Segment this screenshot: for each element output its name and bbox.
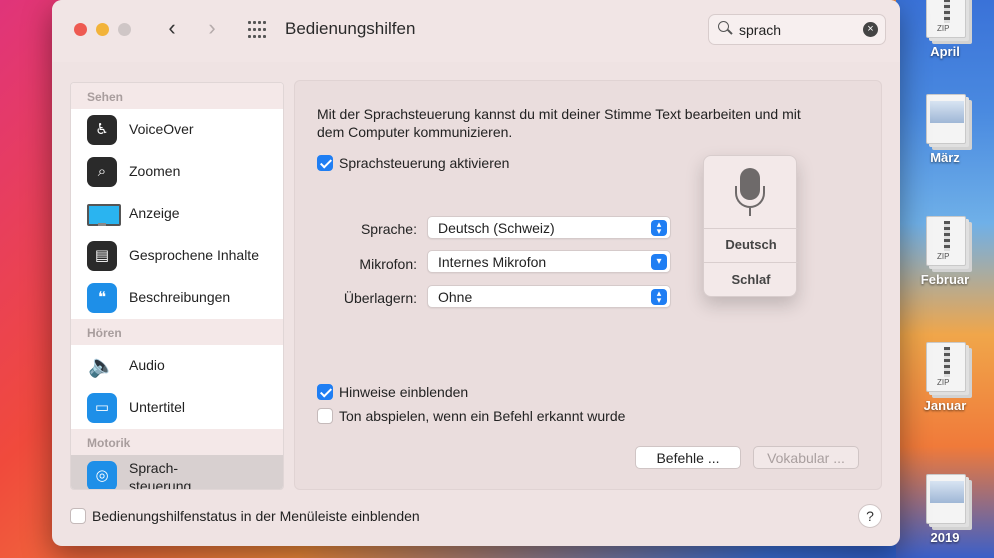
window-title: Bedienungshilfen: [285, 19, 416, 38]
zip-archive-icon: ZIP: [918, 0, 972, 42]
microphone-value: Internes Mikrofon: [438, 254, 547, 270]
chevron-right-icon: ›: [208, 15, 216, 40]
intro-line-1: Mit der Sprachsteuerung kannst du mit de…: [317, 106, 801, 122]
forward-button[interactable]: ›: [200, 17, 224, 41]
document-stack-icon: [918, 92, 972, 148]
close-button[interactable]: [74, 23, 87, 36]
sidebar-item-label: Sprach- steuerung: [129, 459, 192, 490]
sidebar-section-hoeren: Hören: [71, 319, 283, 345]
captions-icon: ▭: [87, 393, 117, 423]
minimize-button[interactable]: [96, 23, 109, 36]
back-button[interactable]: ‹: [160, 17, 184, 41]
microphone-label: Mikrofon:: [359, 256, 417, 272]
updown-chevron-icon: ▴ ▾: [651, 289, 667, 305]
document-stack-icon: [918, 472, 972, 528]
language-value: Deutsch (Schweiz): [438, 220, 555, 236]
sidebar-item-label-line1: Sprach-: [129, 460, 179, 476]
spoken-content-icon: ▤: [87, 241, 117, 271]
zoom-icon: ⌕: [87, 157, 117, 187]
voiceover-icon: ♿: [87, 115, 117, 145]
chevron-left-icon: ‹: [168, 15, 176, 40]
desktop-item-label: 2019: [930, 530, 960, 545]
overlay-value: Ohne: [438, 289, 473, 305]
mic-widget-language: Deutsch: [725, 237, 777, 252]
desktop-item-label: Januar: [923, 398, 967, 413]
sidebar-item-label: Zoomen: [129, 163, 181, 179]
sidebar-item-untertitel[interactable]: ▭ Untertitel: [71, 387, 283, 429]
show-hints-label: Hinweise einblenden: [339, 384, 469, 400]
microphone-icon: [704, 156, 798, 228]
desktop-item-label: März: [930, 150, 960, 165]
sidebar-item-label: Untertitel: [129, 399, 186, 415]
sidebar-item-label: Audio: [129, 357, 165, 373]
show-all-grid-icon[interactable]: [248, 21, 268, 39]
sidebar-section-motorik: Motorik: [71, 429, 283, 455]
enable-voice-control-label: Sprachsteuerung aktivieren: [339, 155, 510, 171]
sidebar-item-anzeige[interactable]: Anzeige: [71, 193, 283, 235]
sidebar-item-label: Gesprochene Inhalte: [129, 247, 259, 263]
desktop-item-februar[interactable]: ZIP Februar: [896, 214, 994, 287]
display-icon: [87, 199, 121, 229]
sidebar-item-sprachsteuerung[interactable]: ◎ Sprach- steuerung: [71, 455, 283, 490]
play-sound-checkbox[interactable]: [317, 408, 333, 424]
menubar-status-checkbox[interactable]: [70, 508, 86, 524]
mic-widget-state[interactable]: Schlaf: [704, 272, 798, 287]
sidebar-item-label-line2: steuerung: [129, 478, 192, 490]
vocabulary-button[interactable]: Vokabular ...: [753, 446, 859, 469]
search-input[interactable]: sprach: [739, 22, 781, 38]
descriptions-icon: ❝: [87, 283, 117, 313]
zip-archive-icon: ZIP: [918, 214, 972, 270]
preferences-window: ‹ › Bedienungshilfen sprach × Sehen ♿ Vo…: [52, 0, 900, 546]
intro-text: Mit der Sprachsteuerung kannst du mit de…: [317, 105, 837, 141]
zip-archive-icon: ZIP: [918, 340, 972, 396]
desktop-item-april[interactable]: ZIP April: [896, 0, 994, 59]
sidebar-item-beschreibungen[interactable]: ❝ Beschreibungen: [71, 277, 283, 319]
language-select[interactable]: Deutsch (Schweiz) ▴ ▾: [427, 216, 671, 239]
desktop-item-maerz[interactable]: März: [896, 92, 994, 165]
show-hints-checkbox[interactable]: [317, 384, 333, 400]
intro-line-2: dem Computer kommunizieren.: [317, 124, 513, 140]
microphone-select[interactable]: Internes Mikrofon ▾: [427, 250, 671, 273]
commands-button[interactable]: Befehle ...: [635, 446, 741, 469]
desktop-item-2019[interactable]: 2019: [896, 472, 994, 545]
sidebar-item-gesprochene-inhalte[interactable]: ▤ Gesprochene Inhalte: [71, 235, 283, 277]
voice-control-mic-widget[interactable]: Deutsch Schlaf: [703, 155, 798, 297]
sidebar-item-zoomen[interactable]: ⌕ Zoomen: [71, 151, 283, 193]
overlay-label: Überlagern:: [343, 290, 417, 306]
updown-chevron-icon: ▴ ▾: [651, 220, 667, 236]
sidebar: Sehen ♿ VoiceOver ⌕ Zoomen Anzeige ▤ Ges…: [70, 82, 284, 490]
enable-voice-control-checkbox[interactable]: [317, 155, 333, 171]
desktop-item-label: April: [930, 44, 960, 59]
help-button[interactable]: ?: [858, 504, 882, 528]
sidebar-item-audio[interactable]: 🔈 Audio: [71, 345, 283, 387]
desktop-area: ZIP April März ZIP Februar ZIP Januar 20…: [896, 0, 994, 558]
menubar-status-label: Bedienungshilfenstatus in der Menüleiste…: [92, 508, 420, 524]
speaker-icon: 🔈: [88, 353, 116, 378]
sidebar-item-voiceover[interactable]: ♿ VoiceOver: [71, 109, 283, 151]
sidebar-item-label: Beschreibungen: [129, 289, 231, 305]
sidebar-section-sehen: Sehen: [71, 83, 283, 109]
search-icon: [718, 21, 732, 35]
language-label: Sprache:: [360, 221, 417, 237]
sidebar-item-label: VoiceOver: [129, 121, 194, 137]
chevron-down-icon: ▾: [651, 254, 667, 270]
clear-search-icon[interactable]: ×: [863, 22, 878, 37]
play-sound-label: Ton abspielen, wenn ein Befehl erkannt w…: [339, 408, 626, 424]
voice-control-icon: ◎: [87, 461, 117, 489]
titlebar: ‹ › Bedienungshilfen sprach ×: [52, 0, 900, 62]
desktop-item-januar[interactable]: ZIP Januar: [896, 340, 994, 413]
sidebar-item-label: Anzeige: [129, 205, 180, 221]
search-field[interactable]: sprach ×: [708, 14, 886, 45]
zoom-button[interactable]: [118, 23, 131, 36]
overlay-select[interactable]: Ohne ▴ ▾: [427, 285, 671, 308]
voice-control-pane: Mit der Sprachsteuerung kannst du mit de…: [294, 80, 882, 490]
desktop-item-label: Februar: [920, 272, 970, 287]
